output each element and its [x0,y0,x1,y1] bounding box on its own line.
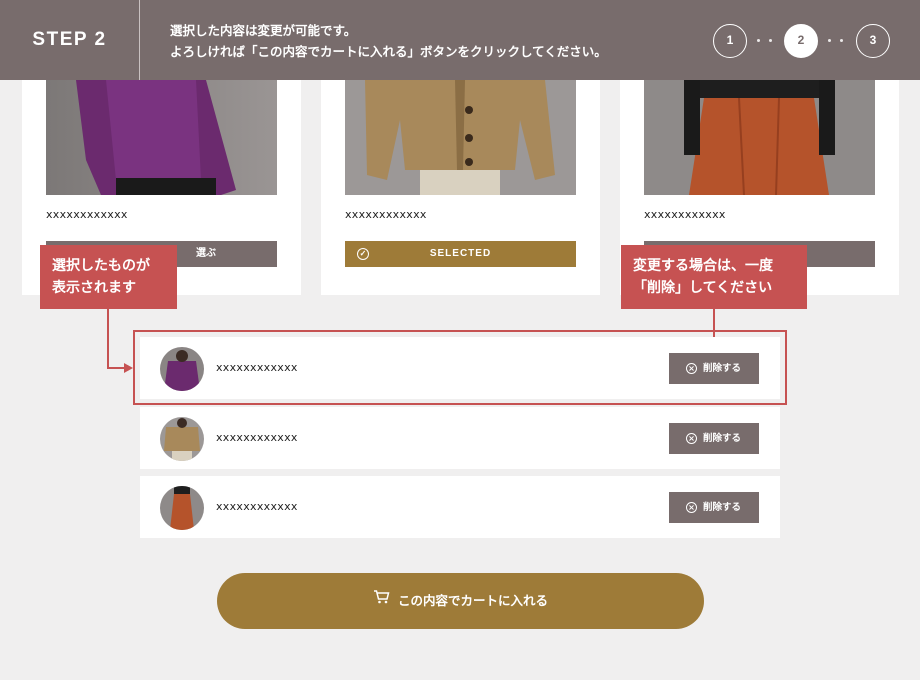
add-to-cart-button[interactable]: この内容でカートに入れる [217,573,704,629]
selected-item-name: xxxxxxxxxxxx [216,431,298,444]
beige-cardigan-thumb [160,417,204,461]
delete-label: 削除する [703,502,742,513]
selected-item-row: xxxxxxxxxxxx × 削除する [140,407,780,469]
selected-item-name: xxxxxxxxxxxx [216,500,298,513]
add-to-cart-label: この内容でカートに入れる [397,593,548,608]
highlight-frame [133,330,787,405]
delete-label: 削除する [703,433,742,444]
delete-button[interactable]: × 削除する [669,492,759,523]
cart-icon [373,572,390,628]
selected-item-row: xxxxxxxxxxxx × 削除する [140,476,780,538]
delete-button[interactable]: × 削除する [669,423,759,454]
close-circle-icon: × [686,433,697,444]
orange-skirt-thumb [160,486,204,530]
close-circle-icon: × [686,502,697,513]
